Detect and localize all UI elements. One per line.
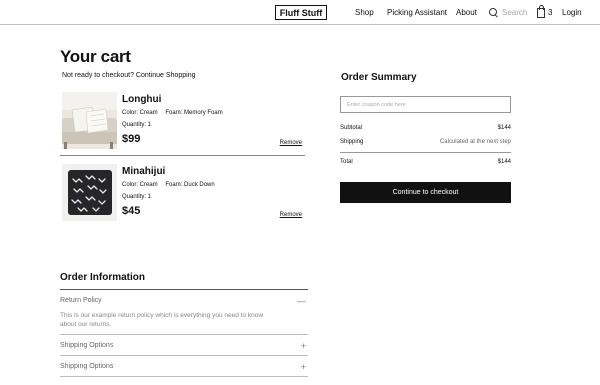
remove-item-button[interactable]: Remove: [280, 140, 302, 146]
accordion-return-policy[interactable]: Return Policy —: [60, 297, 308, 306]
accordion-shipping-options[interactable]: Shipping Options +: [60, 363, 308, 372]
item-attributes: Color: Cream Foam: Duck Down: [122, 182, 215, 188]
total-row: Total $144: [340, 159, 511, 165]
subtotal-label: Subtotal: [340, 125, 363, 131]
item-name[interactable]: Minahijui: [122, 166, 165, 177]
section-divider: [60, 376, 308, 377]
cart-button[interactable]: 3: [537, 5, 553, 18]
search-field[interactable]: Search: [489, 6, 527, 18]
search-placeholder[interactable]: Search: [502, 8, 527, 17]
nav-picking-assistant[interactable]: Picking Assistant: [387, 8, 447, 17]
return-policy-text: This is our example return policy which …: [60, 312, 264, 329]
accordion-label[interactable]: Return Policy: [60, 297, 102, 304]
collapse-icon[interactable]: —: [297, 297, 306, 306]
item-color: Color: Cream: [122, 182, 158, 188]
item-price: $99: [122, 133, 141, 145]
summary-divider: [340, 152, 511, 153]
nav-about[interactable]: About: [456, 8, 477, 17]
expand-icon[interactable]: +: [301, 363, 306, 372]
item-price: $45: [122, 205, 141, 217]
order-summary-title: Order Summary: [341, 72, 417, 83]
item-foam: Foam: Memory Foam: [165, 110, 223, 116]
product-image-minahijui[interactable]: [62, 164, 117, 221]
product-image-longhui[interactable]: [62, 92, 117, 149]
coupon-code-input[interactable]: Enter coupon code here: [340, 96, 511, 113]
order-information-title: Order Information: [60, 272, 146, 283]
shipping-row: Shipping Calculated at the next step: [340, 139, 511, 145]
subtotal-value: $144: [497, 125, 511, 131]
item-color: Color: Cream: [122, 110, 158, 116]
item-divider: [60, 155, 305, 156]
item-name[interactable]: Longhui: [122, 94, 161, 105]
login-link[interactable]: Login: [562, 8, 582, 17]
shopping-bag-icon[interactable]: [537, 5, 545, 18]
total-label: Total: [340, 159, 353, 165]
total-value: $144: [497, 159, 511, 165]
continue-shopping-link[interactable]: Not ready to checkout? Continue Shopping: [62, 72, 195, 79]
site-logo[interactable]: Fluff Stuff: [275, 5, 327, 20]
shipping-value: Calculated at the next step: [439, 139, 511, 145]
search-icon[interactable]: [489, 7, 498, 17]
nav-shop[interactable]: Shop: [355, 8, 374, 17]
item-quantity: Quantity: 1: [122, 194, 152, 200]
section-divider: [60, 334, 308, 335]
section-divider: [60, 289, 308, 290]
remove-item-button[interactable]: Remove: [280, 212, 302, 218]
accordion-label[interactable]: Shipping Options: [60, 342, 113, 349]
cart-item: Minahijui Color: Cream Foam: Duck Down Q…: [60, 162, 303, 227]
shipping-label: Shipping: [340, 139, 364, 145]
section-divider: [60, 355, 308, 356]
item-attributes: Color: Cream Foam: Memory Foam: [122, 110, 223, 116]
cart-count: 3: [548, 7, 553, 17]
accordion-shipping-options[interactable]: Shipping Options +: [60, 342, 308, 351]
continue-to-checkout-button[interactable]: Continue to checkout: [340, 182, 511, 203]
item-quantity: Quantity: 1: [122, 122, 152, 128]
accordion-label[interactable]: Shipping Options: [60, 363, 113, 370]
page-title: Your cart: [60, 47, 131, 66]
subtotal-row: Subtotal $144: [340, 125, 511, 131]
site-header: Fluff Stuff Shop Picking Assistant About…: [0, 0, 600, 25]
cart-item: Longhui Color: Cream Foam: Memory Foam Q…: [60, 90, 303, 155]
expand-icon[interactable]: +: [301, 342, 306, 351]
item-foam: Foam: Duck Down: [165, 182, 215, 188]
